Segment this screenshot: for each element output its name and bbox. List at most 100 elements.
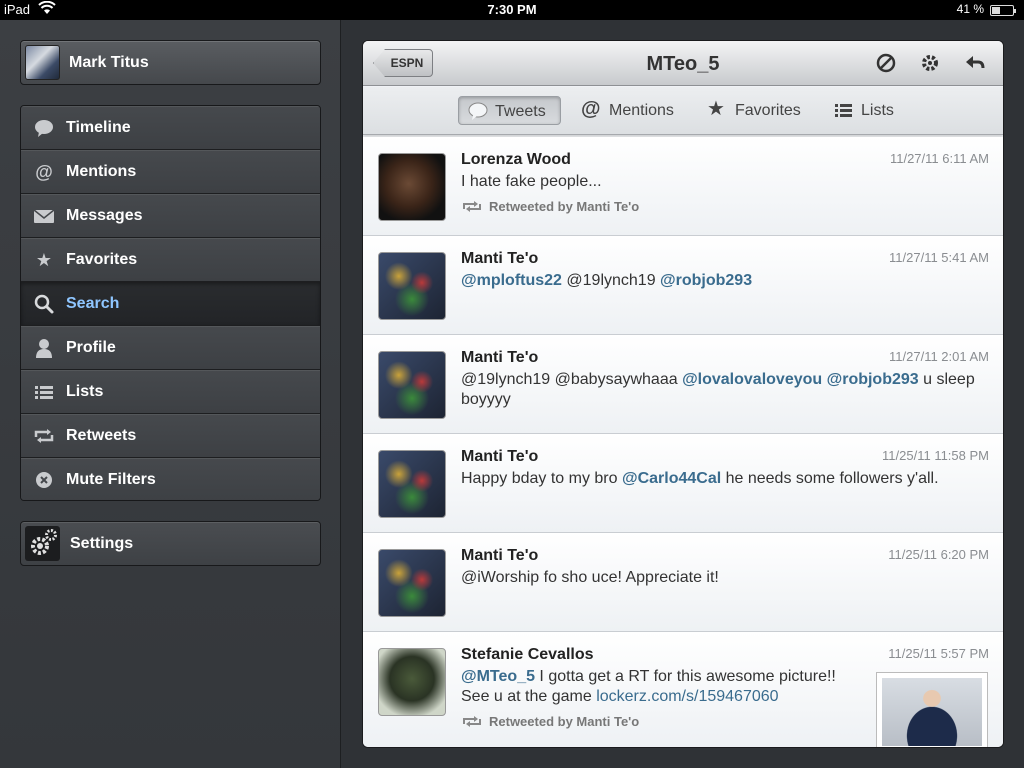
settings-label: Settings <box>70 535 134 552</box>
sidebar-menu: Timeline @ Mentions Messages ★ Favorites… <box>20 105 321 501</box>
tab-mentions[interactable]: @ Mentions <box>573 96 683 125</box>
tweet-row[interactable]: Manti Te'o 11/27/11 2:01 AM @19lynch19 @… <box>363 335 1003 434</box>
tweet-text: @MTeo_5 I gotta get a RT for this awesom… <box>461 667 866 707</box>
retweet-attribution: Retweeted by Manti Te'o <box>461 714 639 729</box>
navigation-bar: ESPN MTeo_5 <box>363 41 1003 86</box>
settings-button[interactable]: Settings <box>20 521 321 566</box>
avatar <box>25 45 60 80</box>
tweet-author: Lorenza Wood <box>461 151 571 168</box>
at-icon: @ <box>581 98 601 120</box>
gear-icon[interactable] <box>918 51 942 75</box>
tweet-timestamp: 11/25/11 11:58 PM <box>882 448 989 463</box>
battery-icon <box>990 5 1016 16</box>
tweet-row[interactable]: Stefanie Cevallos 11/25/11 5:57 PM @MTeo… <box>363 632 1003 747</box>
sidebar-item-label: Mute Filters <box>66 471 156 488</box>
sidebar: Mark Titus Timeline @ Mentions Messages … <box>0 20 341 768</box>
retweet-icon <box>461 715 483 728</box>
mention-link[interactable]: @lovalovaloveyou <box>682 371 822 388</box>
url-link[interactable]: lockerz.com/s/159467060 <box>596 688 778 705</box>
tweet-author: Manti Te'o <box>461 547 539 564</box>
tweet-row[interactable]: Manti Te'o 11/27/11 5:41 AM @mploftus22 … <box>363 236 1003 335</box>
tab-label: Favorites <box>735 102 801 119</box>
sidebar-item-timeline[interactable]: Timeline <box>21 106 320 150</box>
sidebar-item-favorites[interactable]: ★ Favorites <box>21 238 320 282</box>
sidebar-item-label: Lists <box>66 383 104 400</box>
photo-image <box>882 678 982 746</box>
avatar[interactable] <box>378 351 446 419</box>
avatar[interactable] <box>378 450 446 518</box>
mention-link[interactable]: @mploftus22 <box>461 272 562 289</box>
avatar[interactable] <box>378 252 446 320</box>
mention-link[interactable]: @Carlo44Cal <box>622 470 721 487</box>
tab-lists[interactable]: Lists <box>825 96 915 125</box>
magnifier-icon <box>33 293 55 315</box>
status-bar: iPad 7:30 PM 41 % <box>0 0 1024 20</box>
retweet-attribution: Retweeted by Manti Te'o <box>461 199 639 214</box>
mute-icon <box>33 469 55 491</box>
tweet-text-segment: @19lynch19 @babysaywhaaa <box>461 371 683 388</box>
battery-percent: 41 % <box>956 2 984 16</box>
at-icon: @ <box>35 162 53 182</box>
tweet-text-segment: Happy bday to my bro <box>461 470 622 487</box>
tweet-author: Manti Te'o <box>461 349 539 366</box>
retweet-label: Retweeted by Manti Te'o <box>489 199 640 214</box>
reply-icon[interactable] <box>963 51 987 75</box>
tweet-timestamp: 11/27/11 6:11 AM <box>889 151 989 166</box>
list-icon <box>833 99 855 121</box>
speech-bubble-icon <box>467 100 489 122</box>
sidebar-item-lists[interactable]: Lists <box>21 370 320 414</box>
tweet-row[interactable]: Lorenza Wood 11/27/11 6:11 AM I hate fak… <box>363 137 1003 236</box>
page-title: MTeo_5 <box>646 53 720 75</box>
retweet-icon <box>461 200 483 213</box>
mention-link[interactable]: @robjob293 <box>660 272 752 289</box>
star-icon: ★ <box>707 98 725 120</box>
account-name: Mark Titus <box>69 54 149 71</box>
tweet-timestamp: 11/27/11 5:41 AM <box>889 250 989 265</box>
retweet-icon <box>33 425 55 447</box>
tweet-timestamp: 11/27/11 2:01 AM <box>889 349 989 364</box>
avatar[interactable] <box>378 549 446 617</box>
tab-tweets[interactable]: Tweets <box>458 96 561 125</box>
sidebar-item-label: Messages <box>66 207 143 224</box>
avatar[interactable] <box>378 648 446 716</box>
sidebar-item-label: Retweets <box>66 427 137 444</box>
sidebar-item-retweets[interactable]: Retweets <box>21 414 320 458</box>
sidebar-item-mentions[interactable]: @ Mentions <box>21 150 320 194</box>
star-icon: ★ <box>35 250 53 270</box>
tweet-row[interactable]: Manti Te'o 11/25/11 6:20 PM @iWorship fo… <box>363 533 1003 632</box>
tab-label: Tweets <box>495 103 546 120</box>
mention-link[interactable]: @MTeo_5 <box>461 668 535 685</box>
tweet-text: Happy bday to my bro @Carlo44Cal he need… <box>461 469 981 489</box>
tab-label: Lists <box>861 102 894 119</box>
tweet-row[interactable]: Manti Te'o 11/25/11 11:58 PM Happy bday … <box>363 434 1003 533</box>
list-icon <box>33 381 55 403</box>
sidebar-item-messages[interactable]: Messages <box>21 194 320 238</box>
tweet-text: @mploftus22 @19lynch19 @robjob293 <box>461 271 981 291</box>
tweet-timestamp: 11/25/11 6:20 PM <box>888 547 989 562</box>
tweet-text: @iWorship fo sho uce! Appreciate it! <box>461 569 719 586</box>
mention-link[interactable]: @robjob293 <box>827 371 919 388</box>
photo-thumbnail[interactable] <box>876 672 988 747</box>
tweet-text: @19lynch19 @babysaywhaaa @lovalovaloveyo… <box>461 370 981 410</box>
retweet-label: Retweeted by Manti Te'o <box>489 714 640 729</box>
sidebar-item-mute-filters[interactable]: Mute Filters <box>21 458 320 500</box>
sidebar-item-label: Profile <box>66 339 116 356</box>
avatar[interactable] <box>378 153 446 221</box>
sidebar-item-label: Mentions <box>66 163 137 180</box>
gear-icon <box>25 526 60 561</box>
tweet-timestamp: 11/25/11 5:57 PM <box>888 646 989 661</box>
profile-panel: ESPN MTeo_5 Tweets @ Mentions ★ Favorite… <box>362 40 1004 748</box>
segmented-control: Tweets @ Mentions ★ Favorites Lists <box>363 87 1003 135</box>
sidebar-item-label: Favorites <box>66 251 138 268</box>
block-icon[interactable] <box>874 51 898 75</box>
envelope-icon <box>33 205 55 227</box>
sidebar-item-label: Timeline <box>66 119 131 136</box>
tweet-text-segment: @19lynch19 <box>561 272 661 289</box>
tweet-text-segment: he needs some followers y'all. <box>721 470 939 487</box>
tweet-author: Manti Te'o <box>461 448 539 465</box>
account-button[interactable]: Mark Titus <box>20 40 321 85</box>
tab-favorites[interactable]: ★ Favorites <box>699 96 809 125</box>
sidebar-item-profile[interactable]: Profile <box>21 326 320 370</box>
sidebar-item-label: Search <box>66 295 120 312</box>
sidebar-item-search[interactable]: Search <box>21 282 320 326</box>
